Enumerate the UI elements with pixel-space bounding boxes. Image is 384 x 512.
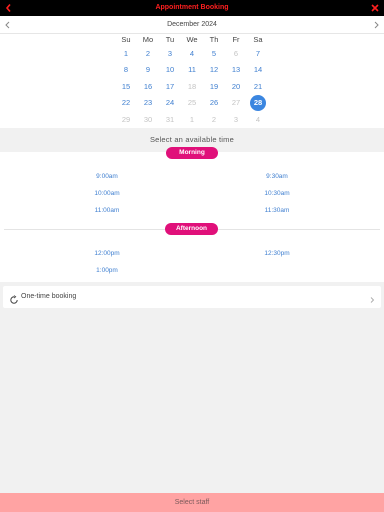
calendar-day[interactable]: 3 bbox=[228, 112, 244, 128]
calendar-day[interactable]: 24 bbox=[162, 95, 178, 111]
weekday-label: Fr bbox=[232, 35, 240, 44]
calendar-day[interactable]: 1 bbox=[118, 46, 134, 62]
calendar-day[interactable]: 22 bbox=[118, 95, 134, 111]
month-bar: December 2024 bbox=[0, 16, 384, 34]
chevron-right-icon bbox=[368, 292, 376, 303]
calendar-day[interactable]: 9 bbox=[140, 62, 156, 78]
booking-type-label: One-time booking bbox=[21, 293, 77, 300]
select-staff-label: Select staff bbox=[174, 499, 210, 506]
calendar-day[interactable]: 3 bbox=[162, 46, 178, 62]
weekday-label: Th bbox=[209, 35, 219, 44]
weekday-label: We bbox=[186, 35, 198, 44]
time-slot[interactable]: 10:00am bbox=[82, 189, 132, 199]
calendar-day[interactable]: 30 bbox=[140, 112, 156, 128]
calendar-day[interactable]: 16 bbox=[140, 79, 156, 95]
time-slot[interactable]: 9:00am bbox=[82, 172, 132, 182]
calendar-day[interactable]: 21 bbox=[250, 79, 266, 95]
weekday-label: Sa bbox=[253, 35, 263, 44]
time-slot[interactable]: 10:30am bbox=[252, 189, 302, 199]
morning-badge: Morning bbox=[166, 147, 218, 159]
select-staff-button[interactable]: Select staff bbox=[0, 493, 384, 512]
calendar-day[interactable]: 12 bbox=[206, 62, 222, 78]
calendar-day[interactable]: 11 bbox=[184, 62, 200, 78]
weekday-label: Tu bbox=[165, 35, 175, 44]
calendar-day[interactable]: 14 bbox=[250, 62, 266, 78]
calendar-day[interactable]: 8 bbox=[118, 62, 134, 78]
calendar-day[interactable]: 2 bbox=[140, 46, 156, 62]
weekday-label: Mo bbox=[142, 35, 154, 44]
time-slot[interactable]: 1:00pm bbox=[82, 266, 132, 276]
calendar: December 2024 Su Mo Tu We Th Fr Sa 12345… bbox=[0, 16, 384, 128]
time-slot[interactable]: 12:00pm bbox=[82, 249, 132, 259]
title-bar: Appointment Booking bbox=[0, 0, 384, 16]
afternoon-badge: Afternoon bbox=[165, 223, 218, 235]
page-title: Appointment Booking bbox=[155, 4, 229, 11]
weekday-label: Su bbox=[121, 35, 131, 44]
calendar-day[interactable]: 10 bbox=[162, 62, 178, 78]
calendar-day[interactable]: 31 bbox=[162, 112, 178, 128]
weekday-header: Su Mo Tu We Th Fr Sa bbox=[115, 34, 269, 46]
calendar-day[interactable]: 17 bbox=[162, 79, 178, 95]
calendar-day[interactable]: 20 bbox=[228, 79, 244, 95]
calendar-day[interactable]: 7 bbox=[250, 46, 266, 62]
calendar-day[interactable]: 13 bbox=[228, 62, 244, 78]
one-time-booking-row[interactable]: One-time booking bbox=[3, 286, 381, 308]
time-slot[interactable]: 11:30am bbox=[252, 206, 302, 216]
calendar-day[interactable]: 23 bbox=[140, 95, 156, 111]
time-section-heading: Select an available time bbox=[149, 135, 234, 144]
calendar-day[interactable]: 4 bbox=[250, 112, 266, 128]
calendar-day[interactable]: 25 bbox=[184, 95, 200, 111]
calendar-day[interactable]: 27 bbox=[228, 95, 244, 111]
month-label: December 2024 bbox=[167, 21, 217, 28]
time-slots: Morning 9:00am 9:30am 10:00am 10:30am 11… bbox=[0, 147, 384, 282]
refresh-icon bbox=[9, 292, 19, 304]
calendar-day[interactable]: 5 bbox=[206, 46, 222, 62]
calendar-day[interactable]: 6 bbox=[228, 46, 244, 62]
time-slot[interactable]: 9:30am bbox=[252, 172, 302, 182]
calendar-day[interactable]: 29 bbox=[118, 112, 134, 128]
calendar-day[interactable]: 2 bbox=[206, 112, 222, 128]
calendar-day[interactable]: 1 bbox=[184, 112, 200, 128]
calendar-day[interactable]: 26 bbox=[206, 95, 222, 111]
calendar-day[interactable]: 4 bbox=[184, 46, 200, 62]
calendar-day[interactable]: 28 bbox=[250, 95, 266, 111]
calendar-day[interactable]: 19 bbox=[206, 79, 222, 95]
time-slot[interactable]: 11:00am bbox=[82, 206, 132, 216]
calendar-day[interactable]: 18 bbox=[184, 79, 200, 95]
calendar-day[interactable]: 15 bbox=[118, 79, 134, 95]
close-icon[interactable] bbox=[370, 0, 380, 16]
time-slot[interactable]: 12:30pm bbox=[252, 249, 302, 259]
next-month-chevron-icon[interactable] bbox=[370, 16, 382, 34]
